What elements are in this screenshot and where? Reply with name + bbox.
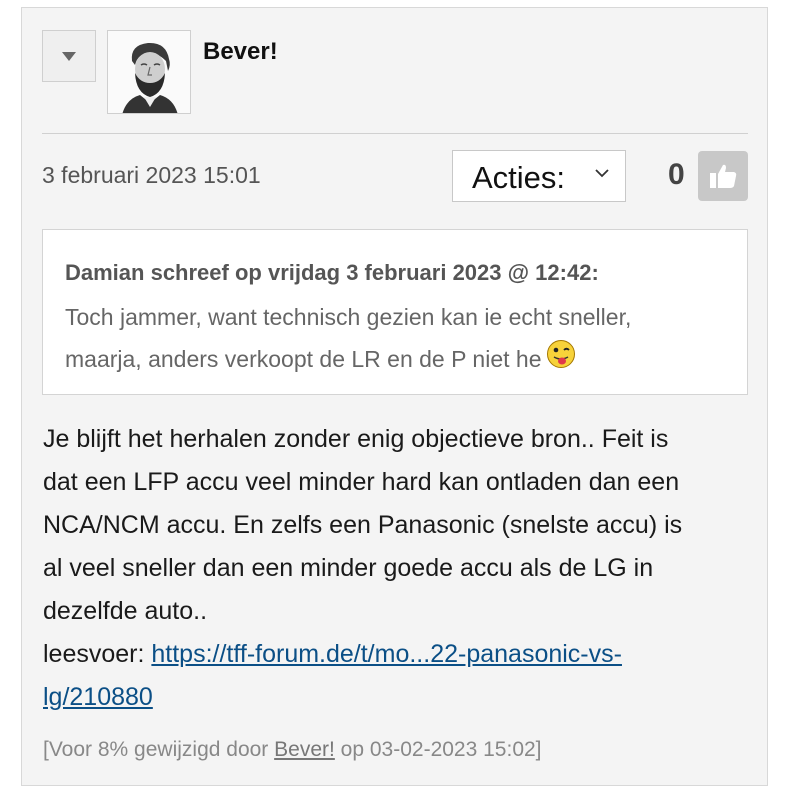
post-menu-button[interactable]	[42, 30, 96, 82]
link-prefix: leesvoer:	[43, 640, 152, 668]
post-line: Je blijft het herhalen zonder enig objec…	[43, 425, 669, 453]
edit-note-prefix: [Voor 8% gewijzigd door	[43, 738, 275, 761]
external-link-continued[interactable]: lg/210880	[43, 683, 153, 711]
quote-line: Toch jammer, want technisch gezien kan i…	[65, 304, 632, 330]
post-author[interactable]: Bever!	[203, 38, 278, 66]
post-link-line: lg/210880	[43, 676, 743, 719]
quote-header: Damian schreef op vrijdag 3 februari 202…	[65, 260, 599, 285]
post-link-line: leesvoer: https://tff-forum.de/t/mo...22…	[43, 633, 743, 676]
user-avatar-image	[108, 31, 190, 113]
actions-dropdown[interactable]: Acties:	[452, 150, 626, 202]
edit-note: [Voor 8% gewijzigd door Bever! op 03-02-…	[43, 738, 542, 762]
post-line: al veel sneller dan een minder goede acc…	[43, 554, 654, 582]
post-line: dezelfde auto..	[43, 597, 208, 625]
quote-line: maarja, anders verkoopt de LR en de P ni…	[65, 346, 542, 372]
like-button[interactable]	[698, 151, 748, 201]
edit-note-suffix: op 03-02-2023 15:02]	[334, 738, 542, 761]
chevron-down-icon	[595, 169, 609, 178]
quote-block: Damian schreef op vrijdag 3 februari 202…	[42, 229, 748, 395]
actions-dropdown-label: Acties:	[472, 160, 566, 195]
quote-line-with-emoticon: maarja, anders verkoopt de LR en de P ni…	[65, 338, 725, 380]
edit-note-user-link[interactable]: Bever!	[274, 738, 335, 761]
post-timestamp: 3 februari 2023 15:01	[42, 162, 261, 188]
caret-down-icon	[62, 51, 76, 61]
tongue-out-smiley-icon	[546, 340, 575, 368]
post-line: NCA/NCM accu. En zelfs een Panasonic (sn…	[43, 511, 683, 539]
quote-body: Toch jammer, want technisch gezien kan i…	[65, 296, 725, 380]
header-divider	[42, 133, 748, 134]
like-count: 0	[668, 158, 685, 191]
post-body: Je blijft het herhalen zonder enig objec…	[43, 418, 743, 719]
post-line: dat een LFP accu veel minder hard kan on…	[43, 468, 680, 496]
external-link[interactable]: https://tff-forum.de/t/mo...22-panasonic…	[151, 640, 622, 668]
avatar[interactable]	[107, 30, 191, 114]
thumbs-up-icon	[710, 164, 737, 188]
